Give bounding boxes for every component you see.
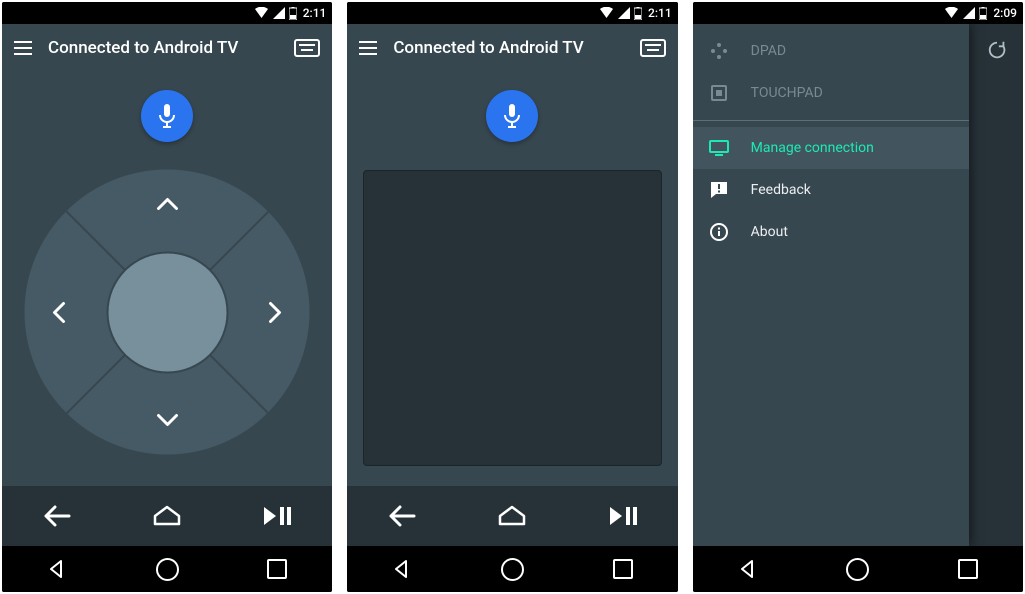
nav-home[interactable] — [828, 554, 888, 584]
nav-home[interactable] — [137, 554, 197, 584]
media-bar — [2, 486, 332, 546]
status-bar: 2:11 — [347, 2, 677, 24]
dpad-right[interactable] — [256, 292, 296, 332]
status-bar: 2:09 — [693, 2, 1023, 24]
touchpad-surface[interactable] — [363, 170, 661, 466]
home-button[interactable] — [482, 496, 542, 536]
dpad-center[interactable] — [108, 253, 226, 371]
refresh-button[interactable] — [981, 34, 1013, 66]
menu-icon[interactable] — [14, 41, 32, 55]
refresh-icon — [986, 39, 1008, 61]
dpad — [25, 170, 310, 455]
dpad-up[interactable] — [147, 184, 187, 224]
drawer-item-touchpad[interactable]: TOUCHPAD — [693, 72, 969, 114]
status-bar: 2:11 — [2, 2, 332, 24]
drawer-label: Feedback — [751, 182, 811, 198]
battery-icon — [289, 7, 297, 20]
wifi-icon — [254, 7, 269, 19]
back-button[interactable] — [372, 496, 432, 536]
app-title: Connected to Android TV — [393, 38, 623, 58]
play-pause-button[interactable] — [593, 496, 653, 536]
nav-recent[interactable] — [938, 554, 998, 584]
feedback-icon — [709, 180, 729, 200]
mic-icon — [502, 103, 522, 129]
drawer-container: DPAD TOUCHPAD Manage connection Feedback — [693, 24, 1023, 546]
drawer-item-feedback[interactable]: Feedback — [693, 169, 969, 211]
nav-back[interactable] — [718, 554, 778, 584]
nav-back[interactable] — [372, 554, 432, 584]
dpad-icon — [709, 41, 729, 61]
dpad-left[interactable] — [39, 292, 79, 332]
drawer-label: About — [751, 224, 788, 240]
status-clock: 2:11 — [303, 6, 327, 20]
drawer-item-about[interactable]: About — [693, 211, 969, 253]
mic-icon — [157, 103, 177, 129]
keyboard-icon[interactable] — [640, 39, 666, 57]
app-bar: Connected to Android TV — [2, 24, 332, 72]
status-clock: 2:11 — [648, 6, 672, 20]
nav-recent[interactable] — [593, 554, 653, 584]
battery-icon — [979, 7, 987, 20]
wifi-icon — [944, 7, 959, 19]
cell-icon — [963, 7, 975, 19]
cell-icon — [618, 7, 630, 19]
drawer-item-dpad[interactable]: DPAD — [693, 30, 969, 72]
back-button[interactable] — [27, 496, 87, 536]
drawer-item-manage[interactable]: Manage connection — [693, 127, 969, 169]
content-area — [347, 72, 677, 486]
home-button[interactable] — [137, 496, 197, 536]
media-bar — [347, 486, 677, 546]
nav-home[interactable] — [482, 554, 542, 584]
drawer-divider — [693, 120, 969, 121]
screen-drawer: 2:09 DPAD TOUCHPAD — [693, 2, 1023, 592]
drawer-label: DPAD — [751, 43, 786, 59]
nav-recent[interactable] — [247, 554, 307, 584]
tv-icon — [709, 138, 729, 158]
android-nav-bar — [2, 546, 332, 592]
dpad-down[interactable] — [147, 401, 187, 441]
touchpad-icon — [709, 83, 729, 103]
mic-button[interactable] — [486, 90, 538, 142]
screen-touchpad: 2:11 Connected to Android TV — [347, 2, 677, 592]
drawer-label: Manage connection — [751, 140, 874, 156]
app-title: Connected to Android TV — [48, 38, 278, 58]
android-nav-bar — [347, 546, 677, 592]
status-clock: 2:09 — [993, 6, 1017, 20]
drawer-label: TOUCHPAD — [751, 85, 823, 101]
nav-back[interactable] — [27, 554, 87, 584]
wifi-icon — [599, 7, 614, 19]
info-icon — [709, 222, 729, 242]
menu-icon[interactable] — [359, 41, 377, 55]
keyboard-icon[interactable] — [294, 39, 320, 57]
screen-dpad: 2:11 Connected to Android TV — [2, 2, 332, 592]
app-bar: Connected to Android TV — [347, 24, 677, 72]
content-area — [2, 72, 332, 486]
android-nav-bar — [693, 546, 1023, 592]
nav-drawer: DPAD TOUCHPAD Manage connection Feedback — [693, 24, 969, 546]
mic-button[interactable] — [141, 90, 193, 142]
cell-icon — [273, 7, 285, 19]
play-pause-button[interactable] — [247, 496, 307, 536]
battery-icon — [634, 7, 642, 20]
